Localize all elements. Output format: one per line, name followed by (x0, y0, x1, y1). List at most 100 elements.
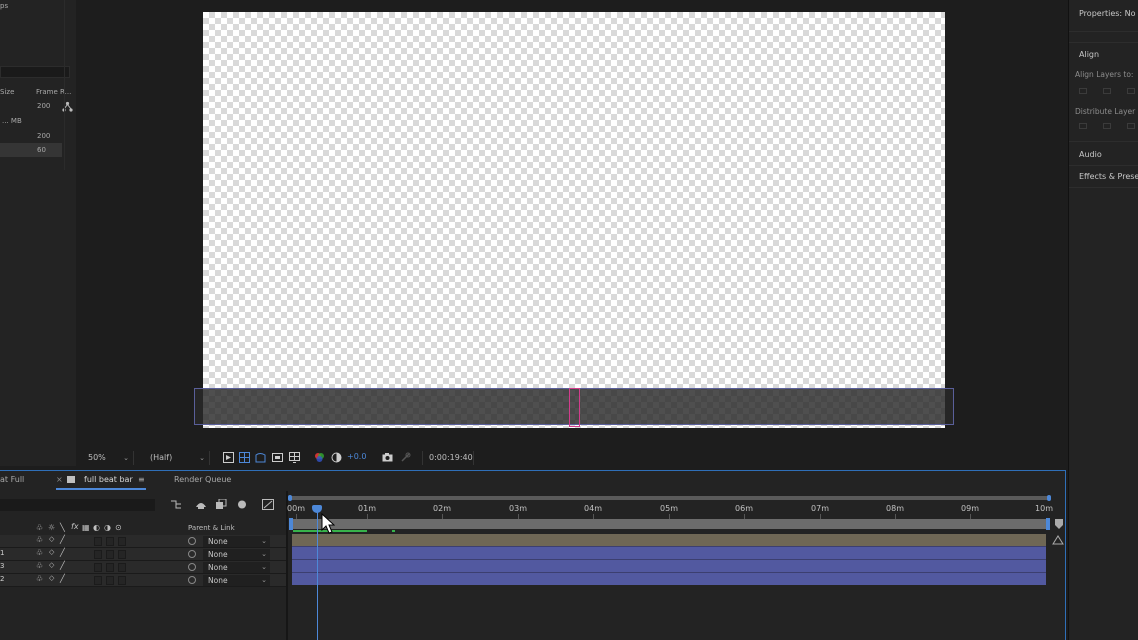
color-channels-icon[interactable] (314, 452, 325, 463)
solo-icon[interactable]: ◇ (49, 574, 54, 582)
switch-box[interactable] (94, 576, 102, 585)
mask-visibility-icon[interactable] (255, 452, 266, 463)
work-area-end-handle[interactable] (1046, 518, 1050, 530)
distribute-right-icon[interactable] (1127, 123, 1135, 129)
distribute-left-icon[interactable] (1079, 123, 1087, 129)
layer-bar-blue[interactable] (292, 547, 1046, 559)
quality-icon[interactable]: ╱ (60, 574, 65, 583)
layer-row[interactable]: 2 ♧ ◇ ╱ None ⌄ (0, 574, 286, 587)
zoom-dropdown[interactable]: 50% ⌄ (84, 451, 134, 465)
switch-box[interactable] (106, 576, 114, 585)
project-search-input[interactable] (0, 66, 70, 78)
switch-box[interactable] (94, 550, 102, 559)
frame-blending-icon[interactable] (215, 499, 227, 510)
beat-marker[interactable] (569, 388, 580, 427)
visibility-icon[interactable]: ♧ (36, 574, 43, 583)
distribute-center-icon[interactable] (1103, 123, 1111, 129)
current-time-indicator-line[interactable] (317, 509, 318, 640)
switch-box[interactable] (106, 563, 114, 572)
parent-dropdown[interactable]: None ⌄ (203, 536, 270, 547)
switch-box[interactable] (118, 537, 126, 546)
reset-exposure-icon[interactable] (331, 452, 342, 463)
layer-bar-blue[interactable] (292, 573, 1046, 585)
pick-whip-icon[interactable] (188, 576, 196, 584)
layer-bar-tan[interactable] (292, 534, 1046, 546)
zoom-value: 50% (88, 453, 106, 462)
show-snapshot-icon[interactable] (400, 452, 411, 463)
exposure-value[interactable]: +0.0 (347, 452, 366, 461)
visibility-icon[interactable]: ♧ (36, 548, 43, 557)
quality-icon[interactable]: ╱ (60, 548, 65, 557)
properties-section[interactable]: Properties: No S (1069, 0, 1138, 32)
audio-section[interactable]: Audio (1069, 142, 1138, 166)
align-right-icon[interactable] (1127, 88, 1135, 94)
switch-box[interactable] (118, 550, 126, 559)
current-timecode[interactable]: 0:00:19:40 (422, 451, 474, 465)
pick-whip-icon[interactable] (188, 550, 196, 558)
composition-viewer[interactable] (78, 0, 1064, 470)
tab-full-beat-bar[interactable]: full beat bar (84, 475, 133, 484)
fast-previews-icon[interactable] (223, 452, 234, 463)
layer-bar-blue[interactable] (292, 560, 1046, 572)
switch-box[interactable] (106, 550, 114, 559)
comp-marker-bin-icon[interactable] (1054, 519, 1064, 529)
parent-dropdown[interactable]: None ⌄ (203, 562, 270, 573)
ruler-tick-label: 02m (433, 504, 451, 513)
project-item-row-selected[interactable]: 60 (0, 143, 62, 157)
pick-whip-icon[interactable] (188, 537, 196, 545)
layer-row[interactable]: 1 ♧ ◇ ╱ None ⌄ (0, 548, 286, 561)
hamburger-menu-icon[interactable]: ≡ (138, 475, 145, 484)
column-header-size[interactable]: Size (0, 88, 14, 96)
grid-guides-icon[interactable] (289, 452, 300, 463)
transparency-grid-icon[interactable] (239, 452, 250, 463)
parent-dropdown[interactable]: None ⌄ (203, 549, 270, 560)
time-ruler[interactable]: 00m 01m 02m 03m 04m 05m 06m 07m 08m 09m … (287, 492, 1053, 520)
visibility-icon[interactable]: ♧ (36, 535, 43, 544)
switch-box[interactable] (94, 537, 102, 546)
column-header-frame-rate[interactable]: Frame R... (36, 88, 71, 96)
quality-icon[interactable]: ╱ (60, 535, 65, 544)
layer-number: 2 (0, 575, 5, 583)
comp-flowchart-icon[interactable] (170, 499, 182, 510)
work-area-bar[interactable] (292, 519, 1046, 529)
visibility-icon[interactable]: ♧ (36, 561, 43, 570)
quality-icon[interactable]: ╱ (60, 561, 65, 570)
layer-row[interactable]: 3 ♧ ◇ ╱ None ⌄ (0, 561, 286, 574)
chevron-down-icon: ⌄ (261, 537, 267, 545)
layer-number: 1 (0, 549, 5, 557)
solo-icon[interactable]: ◇ (49, 561, 54, 569)
align-center-icon[interactable] (1103, 88, 1111, 94)
switch-box[interactable] (106, 537, 114, 546)
chevron-down-icon: ⌄ (123, 454, 129, 462)
region-of-interest-icon[interactable] (272, 452, 283, 463)
tab-render-queue[interactable]: Render Queue (174, 475, 231, 484)
motion-blur-icon[interactable] (236, 499, 248, 510)
cache-indicator (392, 530, 395, 532)
frame-rate-value: 200 (37, 102, 51, 110)
solo-icon[interactable]: ◇ (49, 535, 54, 543)
distribute-layers-label: Distribute Layer (1075, 107, 1136, 116)
align-left-icon[interactable] (1079, 88, 1087, 94)
layer-row[interactable]: ♧ ◇ ╱ None ⌄ (0, 535, 286, 548)
transparency-canvas[interactable] (203, 12, 945, 428)
parent-dropdown[interactable]: None ⌄ (203, 575, 270, 586)
pick-whip-icon[interactable] (188, 563, 196, 571)
switch-box[interactable] (118, 563, 126, 572)
parent-value: None (208, 563, 228, 572)
tab-at-full[interactable]: at Full (0, 475, 24, 484)
close-tab-icon[interactable]: × (56, 475, 63, 484)
align-title[interactable]: Align (1079, 50, 1099, 59)
switch-box[interactable] (94, 563, 102, 572)
graph-editor-icon[interactable] (262, 499, 274, 510)
solo-icon[interactable]: ◇ (49, 548, 54, 556)
camera-snapshot-icon[interactable] (382, 452, 393, 463)
effects-presets-title: Effects & Preset (1079, 172, 1138, 181)
comp-button-icon[interactable] (1052, 535, 1064, 545)
switch-box[interactable] (118, 576, 126, 585)
timeline-search-input[interactable] (0, 499, 155, 511)
parent-value: None (208, 550, 228, 559)
effects-presets-section[interactable]: Effects & Preset (1069, 166, 1138, 188)
shy-layers-icon[interactable] (195, 499, 207, 510)
work-area-start-handle[interactable] (289, 518, 293, 530)
resolution-dropdown[interactable]: (Half) ⌄ (146, 451, 210, 465)
